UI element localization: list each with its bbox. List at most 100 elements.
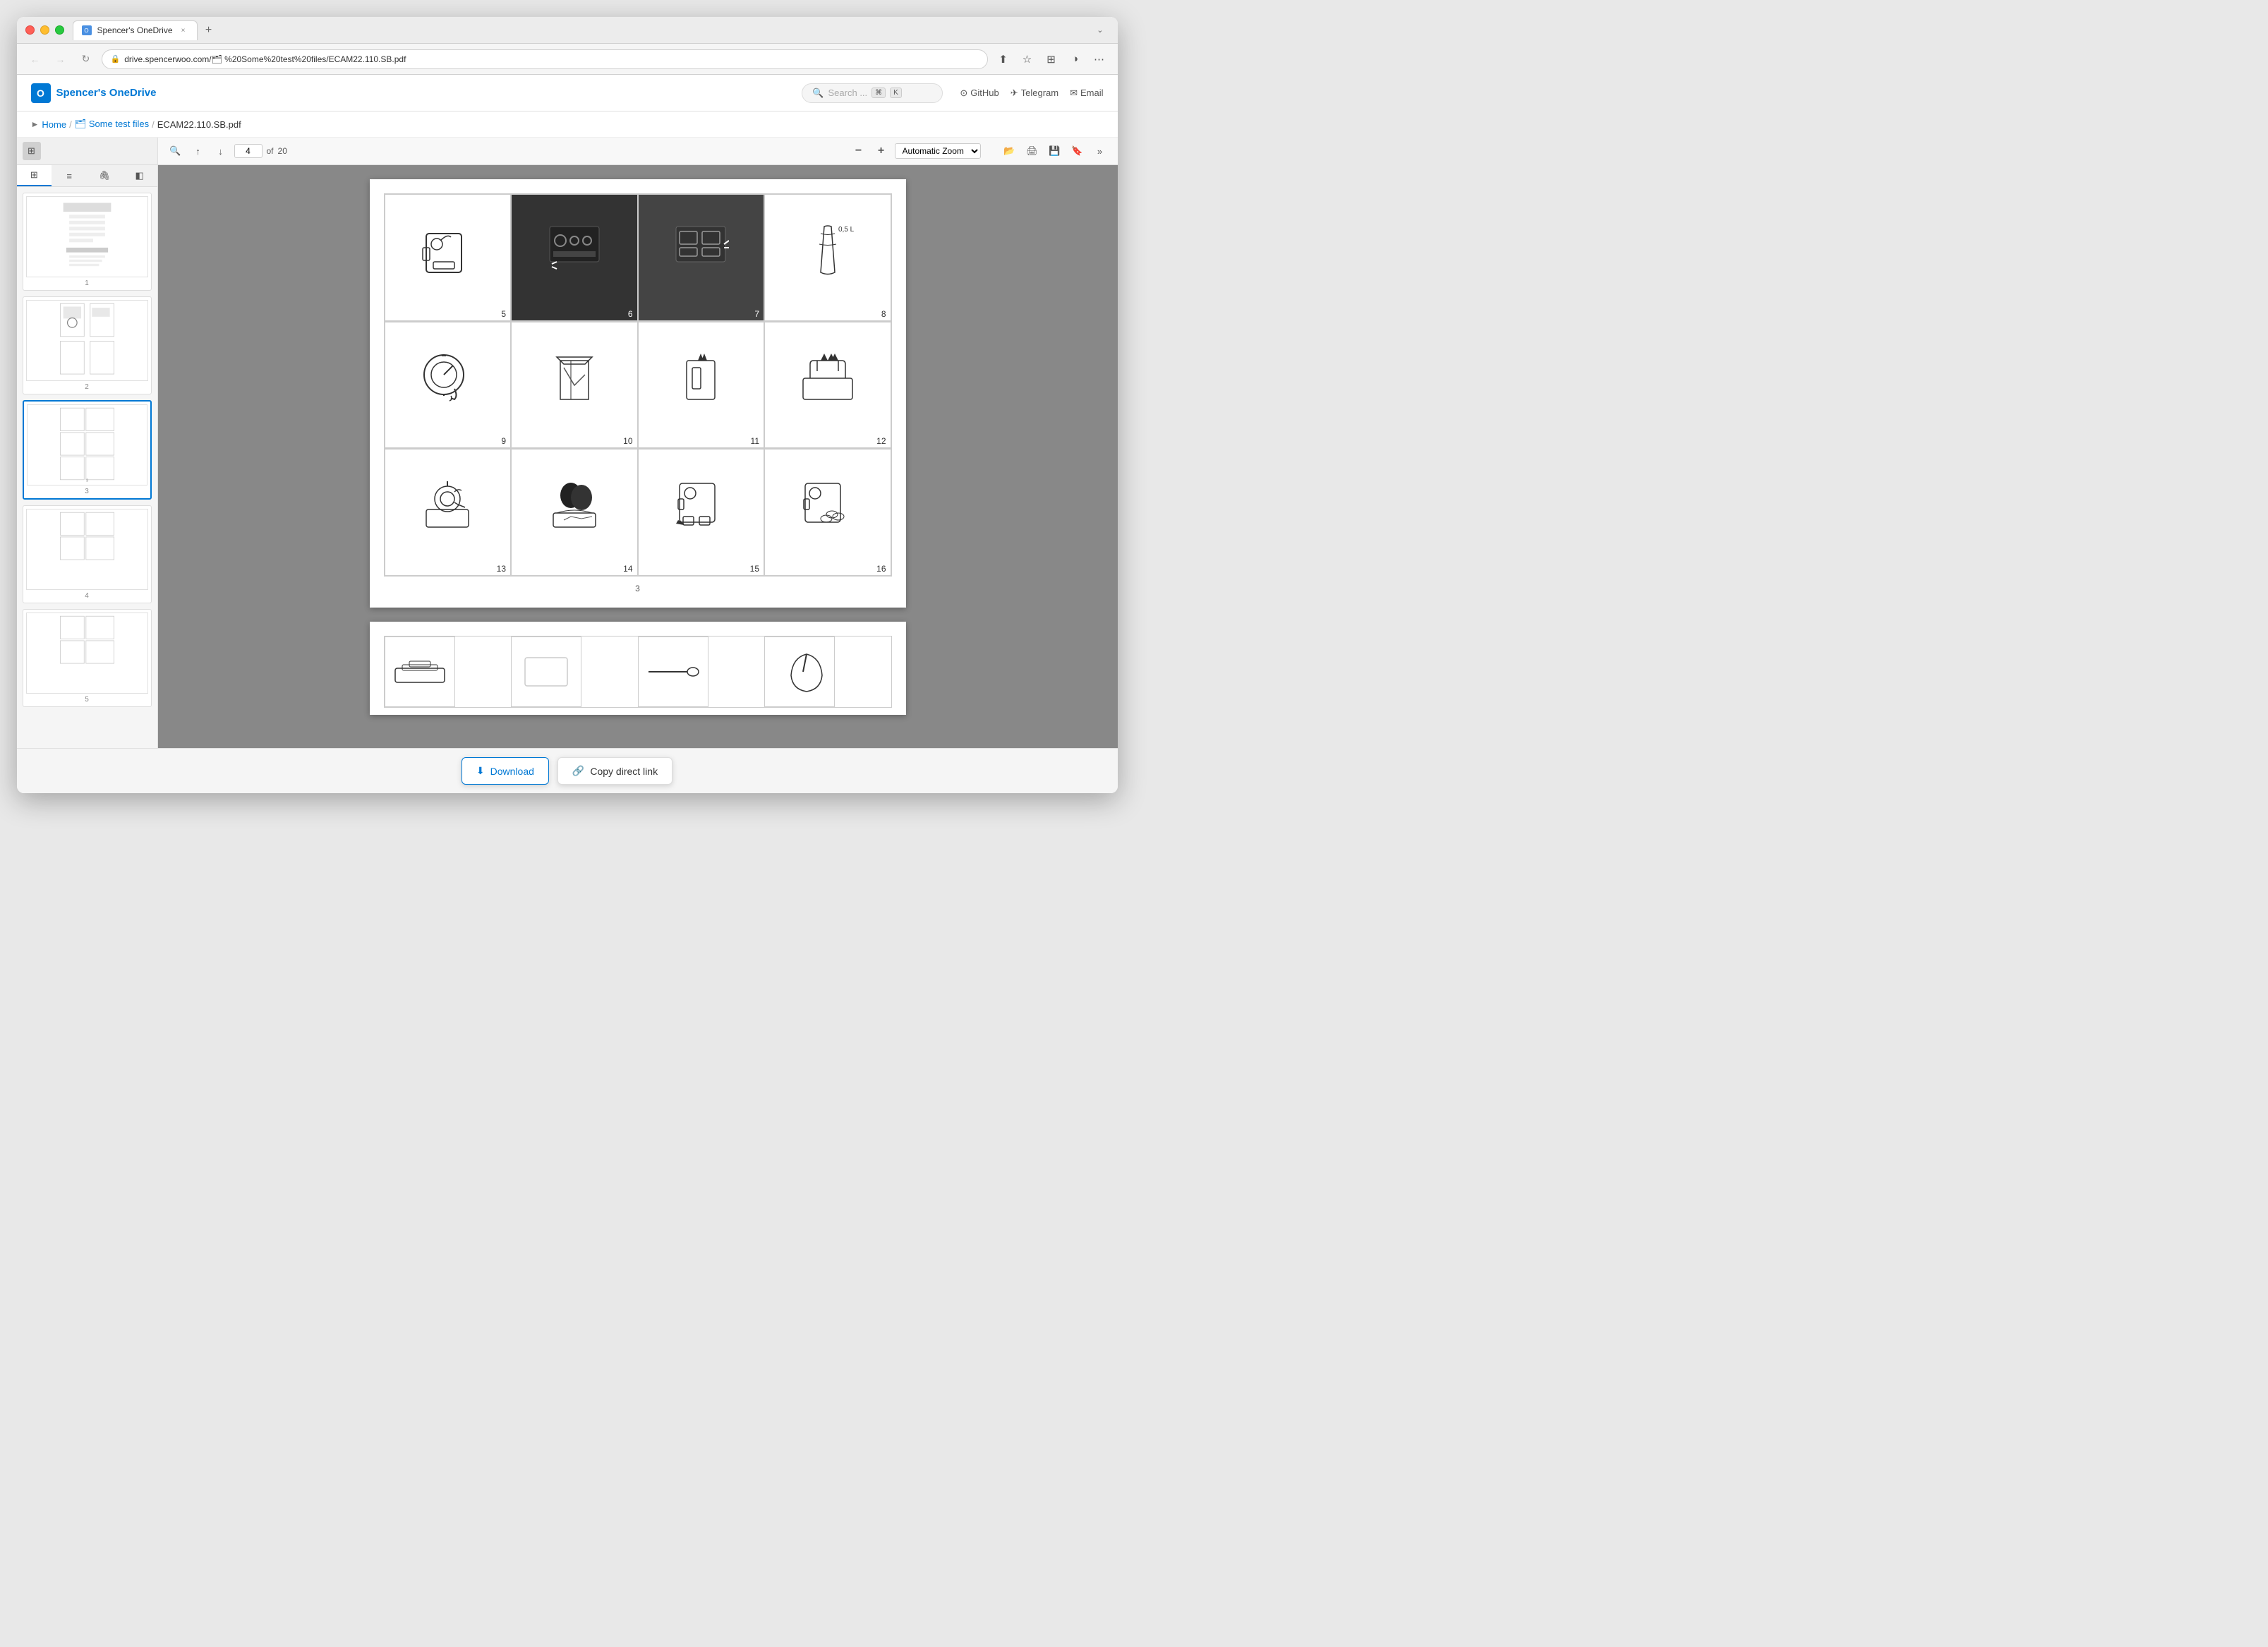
email-icon: ✉ — [1070, 88, 1078, 99]
cell-img-7 — [639, 195, 764, 308]
cell-num-5: 5 — [497, 308, 510, 320]
instruction-cell-18 — [511, 637, 581, 707]
cell-num-6: 6 — [624, 308, 637, 320]
app-title: Spencer's OneDrive — [56, 87, 157, 99]
thumbnail-num-3: 3 — [85, 488, 89, 495]
instruction-cell-6: 6 — [511, 194, 638, 321]
address-input[interactable]: 🔒 drive.spencerwoo.com/🗂 %20Some%20test%… — [102, 49, 988, 69]
thumbnail-num-1: 1 — [85, 279, 89, 287]
extensions-icon[interactable]: ⊞ — [1042, 49, 1061, 69]
cell-img-11 — [639, 322, 764, 435]
search-text-button[interactable]: 🔍 — [167, 142, 185, 160]
lock-icon: 🔒 — [111, 54, 121, 64]
search-bar[interactable]: 🔍 Search ... ⌘ K — [802, 83, 943, 103]
search-kbd2: K — [890, 88, 902, 98]
next-page-button[interactable]: ↓ — [212, 142, 230, 160]
sidebar-grid-tab[interactable]: ⊞ — [17, 165, 52, 186]
page-total: 20 — [278, 146, 287, 156]
cell-img-10 — [512, 322, 637, 435]
thumbnail-page-1[interactable]: 1 — [23, 193, 152, 291]
open-file-button[interactable]: 📂 — [1001, 142, 1019, 160]
cell-img-20 — [765, 637, 834, 706]
sidebar-list-tab[interactable]: ≡ — [52, 165, 87, 186]
instruction-cell-16: 16 — [764, 449, 891, 576]
cell-num-9: 9 — [497, 435, 510, 447]
app-logo[interactable]: O Spencer's OneDrive — [31, 83, 157, 103]
breadcrumb: ► Home / 🗂 Some test files / ECAM22.110.… — [17, 111, 1118, 138]
bookmark-icon[interactable]: ☆ — [1018, 49, 1037, 69]
thumbnail-img-3: 3 — [27, 404, 147, 485]
back-button[interactable]: ← — [25, 49, 45, 69]
cell-num-10: 10 — [619, 435, 637, 447]
cell-img-6 — [512, 195, 637, 308]
prev-page-button[interactable]: ↑ — [189, 142, 207, 160]
pdf-page-4 — [370, 622, 906, 715]
instruction-cell-10: 10 — [511, 322, 638, 449]
cell-num-16: 16 — [872, 562, 890, 575]
page-input[interactable] — [234, 144, 263, 158]
cell-num-11: 11 — [747, 435, 764, 447]
maximize-button[interactable] — [55, 25, 64, 35]
thumbnail-img-5 — [26, 613, 148, 694]
thumbnail-page-2[interactable]: 2 — [23, 296, 152, 394]
print-button[interactable]: 🖨 — [1023, 142, 1042, 160]
cell-img-8: 0,5 L — [765, 195, 891, 308]
telegram-link[interactable]: ✈ Telegram — [1011, 88, 1058, 99]
more-tools-button[interactable]: » — [1091, 142, 1109, 160]
url-text: drive.spencerwoo.com/🗂 %20Some%20test%20… — [124, 54, 978, 64]
link-icon: 🔗 — [572, 765, 584, 777]
forward-button[interactable]: → — [51, 49, 71, 69]
save-button[interactable]: 💾 — [1046, 142, 1064, 160]
thumbnail-img-1 — [26, 196, 148, 277]
instruction-cell-7: 7 — [638, 194, 765, 321]
breadcrumb-current-file: ECAM22.110.SB.pdf — [157, 119, 241, 130]
app-header: O Spencer's OneDrive 🔍 Search ... ⌘ K ⊙ … — [17, 75, 1118, 111]
zoom-in-button[interactable]: + — [872, 142, 891, 160]
profiles-icon[interactable]: ◑ — [1066, 49, 1085, 69]
share-icon[interactable]: ⬆ — [994, 49, 1013, 69]
new-tab-button[interactable]: + — [200, 22, 217, 39]
cell-img-19 — [639, 637, 708, 706]
cell-num-12: 12 — [872, 435, 890, 447]
sidebar-attachment-tab[interactable]: 🖇 — [87, 165, 122, 186]
thumbnail-page-5[interactable]: 5 — [23, 609, 152, 707]
instruction-cell-9: 9 — [385, 322, 512, 449]
cell-num-7: 7 — [750, 308, 764, 320]
bottom-action-bar: ⬇ Download 🔗 Copy direct link — [17, 748, 1118, 793]
sidebar-view-tabs: ⊞ ≡ 🖇 ◧ — [17, 165, 157, 187]
copy-link-button[interactable]: 🔗 Copy direct link — [557, 757, 672, 785]
instruction-cell-11: 11 — [638, 322, 765, 449]
extensions-button[interactable]: ⌄ — [1091, 23, 1109, 37]
toolbar-actions: ⬆ ☆ ⊞ ◑ ⋯ — [994, 49, 1109, 69]
instruction-cell-17 — [385, 637, 455, 707]
breadcrumb-folder-link[interactable]: 🗂 Some test files — [75, 119, 149, 130]
active-tab[interactable]: O Spencer's OneDrive × — [73, 20, 198, 40]
tab-title: Spencer's OneDrive — [97, 25, 173, 35]
breadcrumb-sep1: / — [69, 119, 72, 130]
sidebar-layers-tab[interactable]: ◧ — [122, 165, 157, 186]
breadcrumb-home: ► — [31, 119, 40, 129]
zoom-out-button[interactable]: − — [850, 142, 868, 160]
zoom-select[interactable]: Automatic Zoom 50% 75% 100% 125% 150% 20… — [895, 143, 981, 159]
more-icon[interactable]: ⋯ — [1090, 49, 1109, 69]
sidebar-thumbnails-btn[interactable]: ⊞ — [23, 142, 41, 160]
thumbnail-page-4[interactable]: 4 — [23, 505, 152, 603]
download-button[interactable]: ⬇ Download — [462, 757, 549, 785]
traffic-lights — [25, 25, 64, 35]
breadcrumb-home-link[interactable]: Home — [42, 119, 66, 130]
close-button[interactable] — [25, 25, 35, 35]
email-link[interactable]: ✉ Email — [1070, 88, 1103, 99]
cell-img-17 — [385, 637, 454, 706]
tab-close-button[interactable]: × — [179, 25, 188, 35]
thumbnail-page-3[interactable]: 3 3 — [23, 400, 152, 500]
minimize-button[interactable] — [40, 25, 49, 35]
instruction-cell-15: 15 — [638, 449, 765, 576]
github-icon: ⊙ — [960, 88, 967, 99]
header-nav: ⊙ GitHub ✈ Telegram ✉ Email — [960, 88, 1103, 99]
reload-button[interactable]: ↻ — [76, 49, 96, 69]
address-bar: ← → ↻ 🔒 drive.spencerwoo.com/🗂 %20Some%2… — [17, 44, 1118, 75]
github-link[interactable]: ⊙ GitHub — [960, 88, 999, 99]
pdf-content[interactable]: 5 — [158, 165, 1118, 748]
search-kbd1: ⌘ — [871, 88, 886, 98]
bookmark-pdf-button[interactable]: 🔖 — [1068, 142, 1087, 160]
